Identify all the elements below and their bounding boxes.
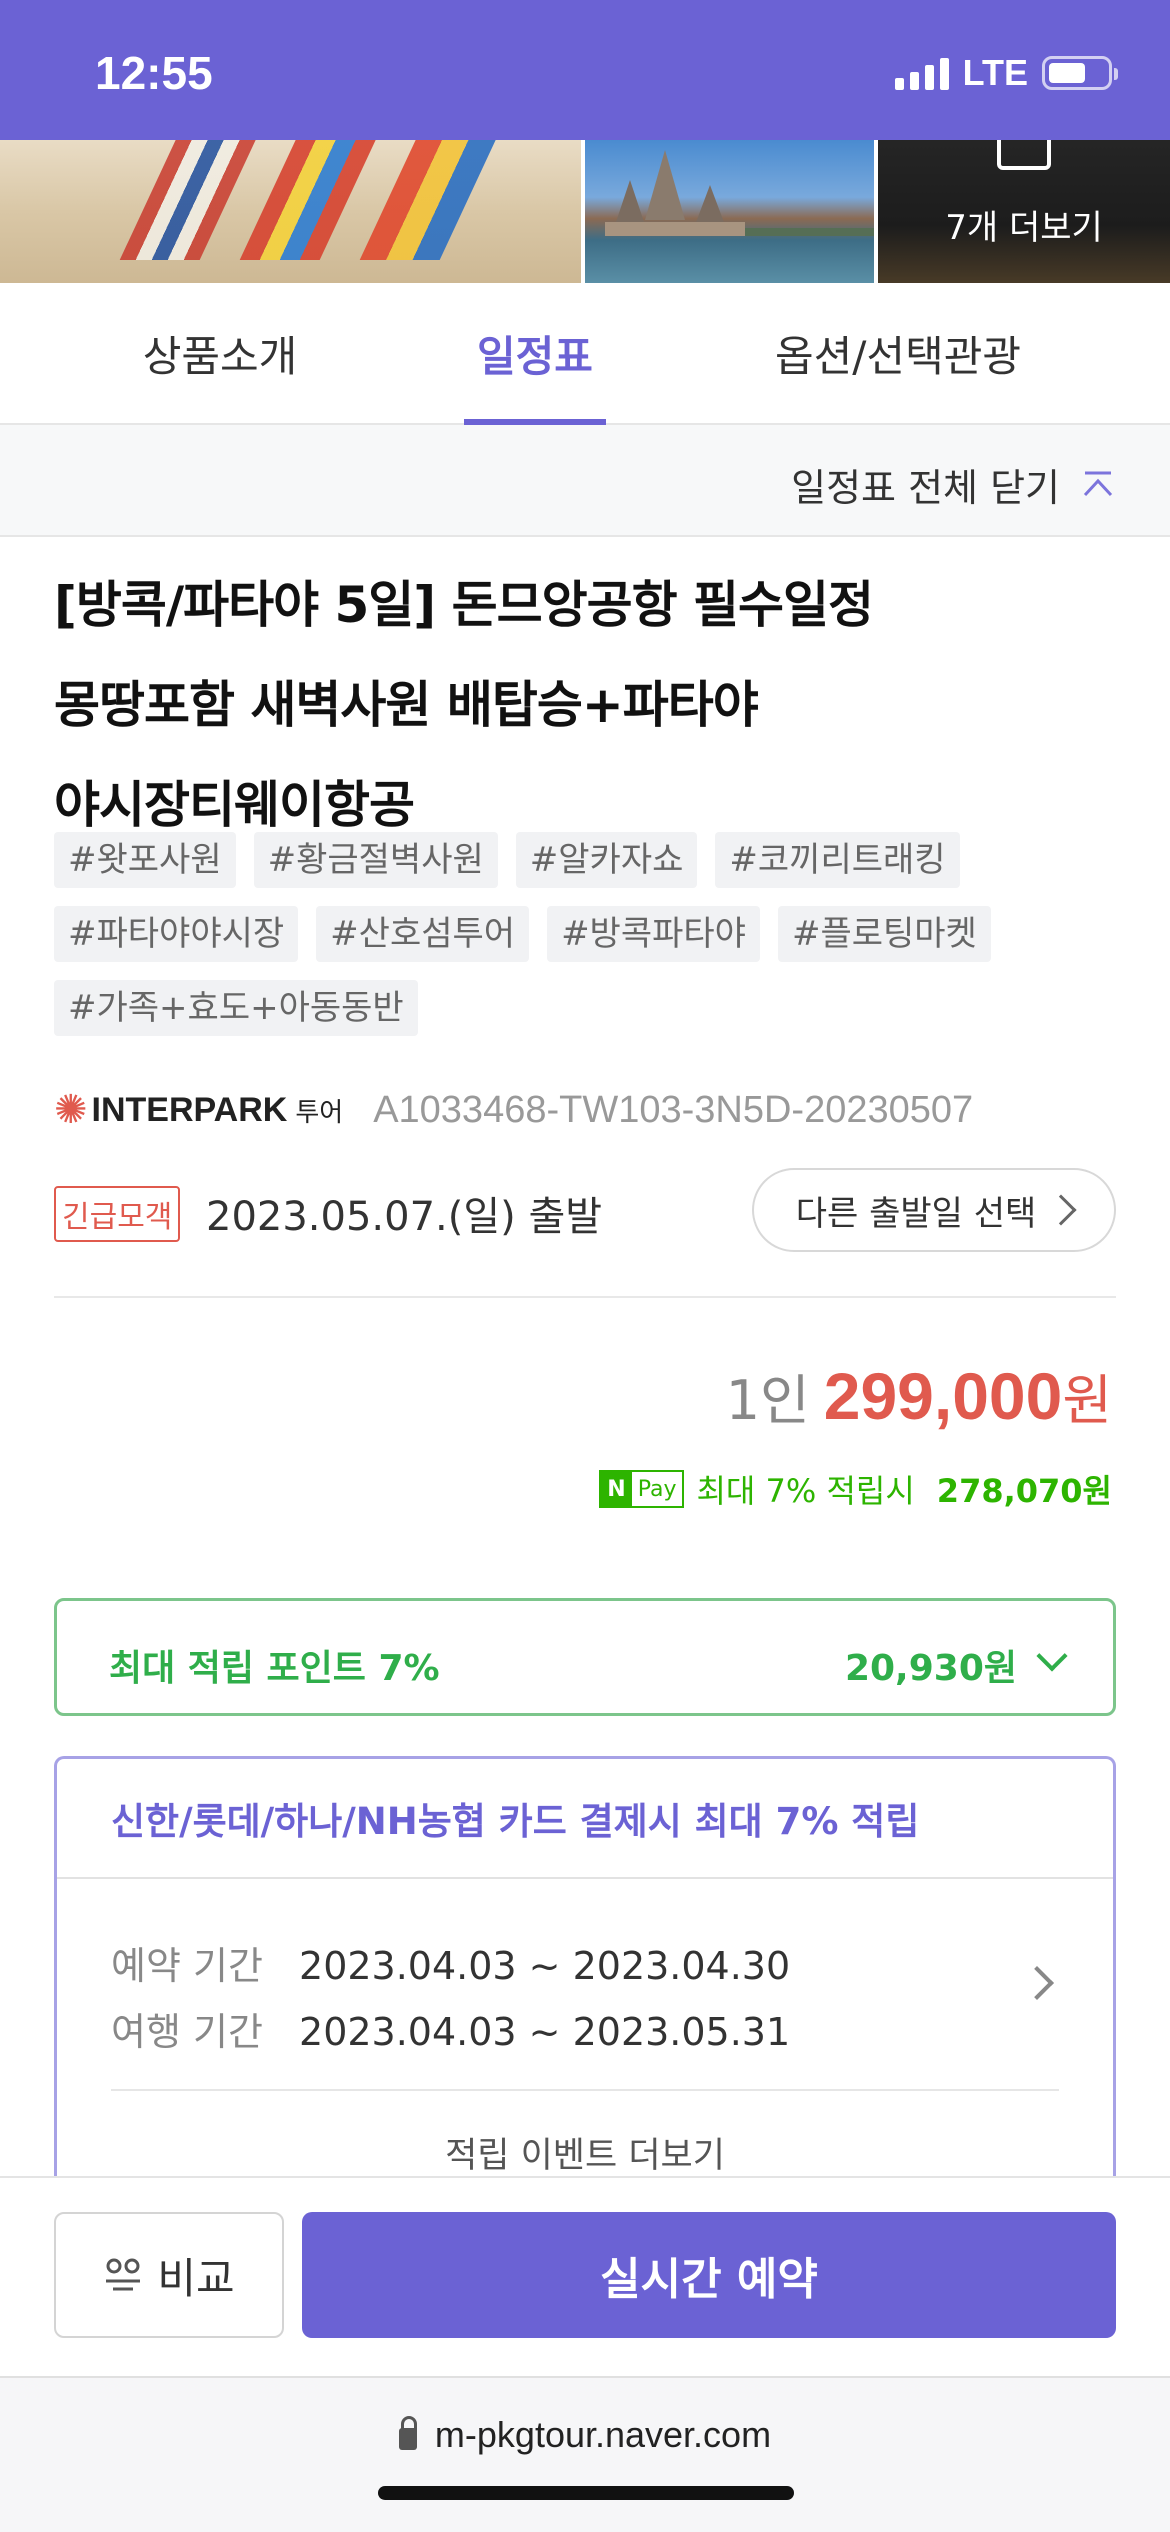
points-accordion[interactable]: 최대 적립 포인트 7% 20,930원: [54, 1598, 1116, 1716]
network-label: LTE: [962, 52, 1028, 93]
booking-period-label: 예약 기간: [111, 1944, 263, 1988]
departure-row: 긴급모객 2023.05.07.(일) 출발 다른 출발일 선택: [54, 1168, 1116, 1252]
card-promo-chevron-right-icon[interactable]: [1020, 1966, 1054, 2000]
price-currency: 원: [1062, 1369, 1112, 1432]
price-per-person: 1인: [725, 1369, 810, 1432]
tag-chip[interactable]: #알카자쇼: [515, 832, 698, 888]
tag-chip[interactable]: #파타야야시장: [54, 906, 299, 962]
gallery-photo-more[interactable]: 7개 더보기: [878, 140, 1170, 283]
home-indicator[interactable]: [378, 2486, 794, 2500]
tag-chip[interactable]: #산호섬투어: [316, 906, 530, 962]
npay-benefit: N Pay 최대 7% 적립시 278,070원: [599, 1466, 1112, 1512]
camera-icon: [997, 140, 1051, 170]
points-value: 20,930원: [844, 1648, 1017, 1689]
compare-label: 비교: [157, 2253, 235, 2303]
npay-badge: N Pay: [599, 1470, 685, 1508]
gallery-photo-temple[interactable]: [585, 140, 874, 283]
interpark-tour-logo: ✺ INTERPARK 투어: [54, 1087, 343, 1133]
tab-itinerary[interactable]: 일정표: [464, 283, 606, 425]
compare-icon: [106, 2258, 141, 2291]
realtime-reserve-button[interactable]: 실시간 예약: [302, 2212, 1116, 2338]
booking-period-row: 예약 기간 2023.04.03 ~ 2023.04.30: [111, 1935, 790, 1990]
divider: [111, 2089, 1059, 2091]
price-amount: 299,000: [823, 1359, 1063, 1433]
battery-icon: [1042, 56, 1118, 90]
tag-chip[interactable]: #코끼리트래킹: [715, 832, 960, 888]
other-date-label: 다른 출발일 선택: [795, 1193, 1037, 1234]
tab-product-intro[interactable]: 상품소개: [120, 283, 320, 423]
points-event-more-link[interactable]: 적립 이벤트 더보기: [57, 2127, 1113, 2178]
signal-icon: [894, 56, 949, 90]
npay-value: 278,070원: [936, 1472, 1112, 1510]
product-company: ✺ INTERPARK 투어 A1033468-TW103-3N5D-20230…: [54, 1080, 973, 1140]
photo-gallery[interactable]: 7개 더보기: [0, 140, 1170, 283]
gallery-photo-beach[interactable]: [0, 140, 581, 283]
travel-period-label: 여행 기간: [111, 2010, 263, 2054]
gallery-more-label: 7개 더보기: [945, 208, 1103, 248]
product-tags: #왓포사원 #황금절벽사원 #알카자쇼 #코끼리트래킹 #파타야야시장 #산호섬…: [54, 832, 1134, 1036]
url-text: m-pkgtour.naver.com: [434, 2414, 772, 2455]
chevron-up-icon: [1083, 471, 1113, 497]
temple-silhouette: [605, 150, 874, 236]
travel-period-value: 2023.04.03 ~ 2023.05.31: [299, 2010, 791, 2054]
points-label: 최대 적립 포인트 7%: [109, 1648, 440, 1689]
price-block: 1인 299,000 원: [726, 1356, 1112, 1435]
tab-options[interactable]: 옵션/선택관광: [748, 283, 1048, 423]
divider: [54, 1296, 1116, 1298]
bottom-action-bar: 비교 실시간 예약: [0, 2176, 1170, 2376]
card-promo-headline: 신한/롯데/하나/NH농협 카드 결제시 최대 7% 적립: [57, 1759, 1113, 1879]
status-icons: LTE: [894, 52, 1118, 94]
tag-chip[interactable]: #가족+효도+아동동반: [54, 980, 418, 1036]
product-tabs: 상품소개 일정표 옵션/선택관광: [0, 283, 1170, 425]
tag-chip[interactable]: #플로팅마켓: [777, 906, 991, 962]
npay-badge-pay: Pay: [637, 1476, 677, 1502]
itinerary-close-bar[interactable]: 일정표 전체 닫기: [0, 425, 1170, 537]
booking-period-value: 2023.04.03 ~ 2023.04.30: [299, 1944, 791, 1988]
product-title: [방콕/파타야 5일] 돈므앙공항 필수일정 몽땅포함 새벽사원 배탑승+파타야…: [54, 555, 1114, 855]
lock-icon: [398, 2416, 417, 2450]
logo-text: INTERPARK: [91, 1090, 288, 1129]
tag-chip[interactable]: #왓포사원: [54, 832, 236, 888]
status-bar: 12:55 LTE: [0, 0, 1170, 140]
compare-button[interactable]: 비교: [54, 2212, 284, 2338]
status-time: 12:55: [95, 47, 213, 99]
close-all-label: 일정표 전체 닫기: [791, 466, 1060, 510]
npay-text: 최대 7% 적립시: [696, 1472, 915, 1510]
product-code: A1033468-TW103-3N5D-20230507: [373, 1088, 974, 1131]
urgent-badge: 긴급모객: [54, 1186, 181, 1242]
product-title-line: 몽땅포함 새벽사원 배탑승+파타야: [54, 676, 759, 734]
browser-url-bar[interactable]: m-pkgtour.naver.com: [0, 2376, 1170, 2532]
url-display[interactable]: m-pkgtour.naver.com: [0, 2414, 1170, 2456]
chevron-right-icon: [1045, 1194, 1077, 1226]
npay-badge-n: N: [601, 1472, 632, 1506]
tag-chip[interactable]: #방콕파타야: [547, 906, 760, 962]
interpark-logo-icon: ✺: [54, 1088, 88, 1132]
departure-date: 2023.05.07.(일) 출발: [206, 1194, 603, 1240]
travel-period-row: 여행 기간 2023.04.03 ~ 2023.05.31: [111, 2001, 790, 2056]
card-promo-box: 신한/롯데/하나/NH농협 카드 결제시 최대 7% 적립 예약 기간 2023…: [54, 1756, 1116, 2206]
logo-suffix: 투어: [295, 1096, 344, 1127]
product-title-line: [방콕/파타야 5일] 돈므앙공항 필수일정: [54, 576, 874, 634]
tag-chip[interactable]: #황금절벽사원: [253, 832, 498, 888]
other-date-button[interactable]: 다른 출발일 선택: [752, 1168, 1116, 1252]
chevron-down-icon: [1036, 1640, 1068, 1672]
